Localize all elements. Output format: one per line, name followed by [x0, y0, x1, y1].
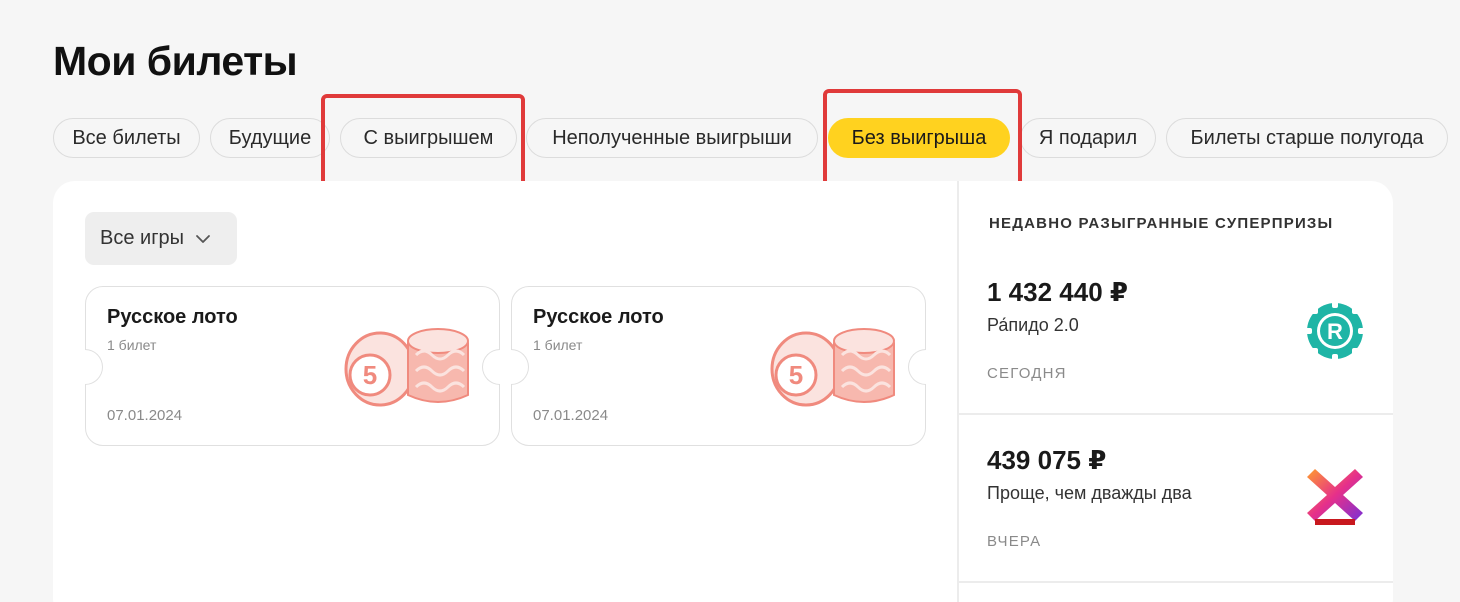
rapido-logo-icon: R: [1304, 300, 1366, 362]
ticket-date: 07.01.2024: [107, 407, 183, 424]
ticket-notch: [908, 349, 926, 385]
tab-i-gifted[interactable]: Я подарил: [1020, 118, 1156, 158]
superprizes-title: НЕДАВНО РАЗЫГРАННЫЕ СУПЕРПРИЗЫ: [989, 215, 1334, 232]
game-filter-value: Все игры: [100, 227, 184, 249]
ticket-game-name: Русское лото: [533, 306, 664, 328]
ticket-count: 1 билет: [107, 337, 157, 353]
tab-all-tickets[interactable]: Все билеты: [53, 118, 200, 158]
prize-game-name: Ра́пидо 2.0: [987, 315, 1079, 335]
ticket-notch: [85, 349, 103, 385]
tab-older-than-half-year[interactable]: Билеты старше полугода: [1166, 118, 1448, 158]
game-filter-select[interactable]: Все игры: [85, 212, 237, 265]
ticket-notch: [482, 349, 500, 385]
tab-future[interactable]: Будущие: [210, 118, 330, 158]
svg-text:5: 5: [363, 360, 377, 390]
tickets-panel: Все игры Русское лото 1 билет 07.01.2024…: [53, 181, 1393, 602]
superprize-item[interactable]: 1 432 440 ₽ Ра́пидо 2.0 СЕГОДНЯ R: [959, 271, 1393, 411]
chevron-down-icon: [196, 234, 210, 243]
loto-barrels-icon: 5: [770, 328, 895, 407]
prize-date: СЕГОДНЯ: [987, 365, 1067, 382]
prize-amount: 1 432 440 ₽: [987, 277, 1128, 307]
prize-divider: [959, 413, 1393, 415]
superprize-item[interactable]: 439 075 ₽ Проще, чем дважды два ВЧЕРА: [959, 439, 1393, 579]
loto-barrels-icon: 5: [344, 328, 469, 407]
ticket-count: 1 билет: [533, 337, 583, 353]
ticket-date: 07.01.2024: [533, 407, 609, 424]
prize-amount: 439 075 ₽: [987, 445, 1107, 475]
page-title: Мои билеты: [53, 38, 298, 84]
tab-no-win[interactable]: Без выигрыша: [828, 118, 1010, 158]
tab-with-win[interactable]: С выигрышем: [340, 118, 517, 158]
svg-text:5: 5: [789, 360, 803, 390]
tab-unclaimed-wins[interactable]: Неполученные выигрыши: [526, 118, 818, 158]
prize-game-name: Проще, чем дважды два: [987, 483, 1192, 503]
x-game-logo-icon: [1307, 469, 1363, 525]
svg-text:R: R: [1327, 319, 1343, 344]
ticket-game-name: Русское лото: [107, 306, 238, 328]
prize-date: ВЧЕРА: [987, 533, 1042, 550]
prize-divider: [959, 581, 1393, 583]
ticket-card[interactable]: Русское лото 1 билет 07.01.2024 5: [85, 286, 500, 446]
ticket-card[interactable]: Русское лото 1 билет 07.01.2024 5: [511, 286, 926, 446]
ticket-notch: [511, 349, 529, 385]
page: Мои билеты Все билеты Будущие С выигрыше…: [0, 0, 1460, 602]
